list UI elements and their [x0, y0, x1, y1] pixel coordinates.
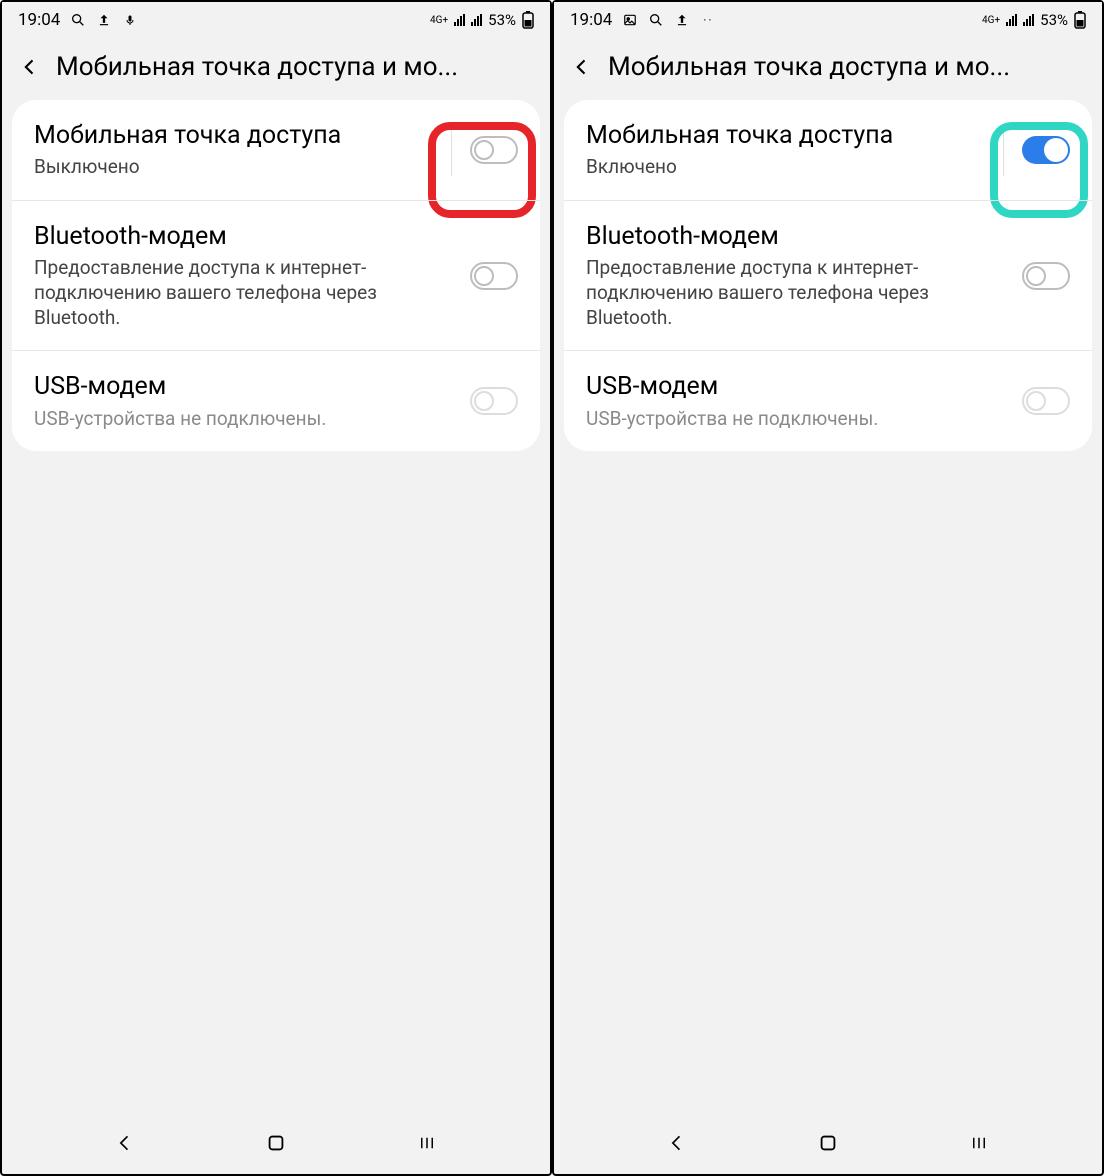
- separator: [1003, 124, 1004, 176]
- phone-right: 19:04 ·· 4G+ 53% Мобильная точка: [552, 0, 1104, 1176]
- back-button[interactable]: [570, 55, 594, 79]
- row-title: Мобильная точка доступа: [34, 120, 439, 151]
- search-icon: [70, 12, 86, 28]
- nav-recents[interactable]: [961, 1125, 997, 1161]
- nav-home[interactable]: [258, 1125, 294, 1161]
- signal-icon: [454, 14, 465, 26]
- page-header: Мобильная точка доступа и мо...: [554, 38, 1102, 100]
- hotspot-toggle[interactable]: [1022, 136, 1070, 164]
- battery-icon: [522, 11, 534, 29]
- clock: 19:04: [18, 10, 60, 30]
- usb-toggle: [1022, 387, 1070, 415]
- battery-icon: [1074, 11, 1086, 29]
- status-bar: 19:04 4G+ 53%: [2, 2, 550, 38]
- row-subtitle: USB-устройства не подключены.: [34, 407, 458, 432]
- settings-card: Мобильная точка доступа Выключено Blueto…: [12, 100, 540, 451]
- row-subtitle: Выключено: [34, 155, 439, 180]
- row-subtitle: Предоставление доступа к интернет-подклю…: [586, 256, 1010, 330]
- battery-pct: 53%: [1040, 11, 1068, 29]
- signal-icon-2: [471, 14, 482, 26]
- nav-back[interactable]: [107, 1125, 143, 1161]
- image-icon: [622, 12, 638, 28]
- upload-icon: [674, 12, 690, 28]
- row-subtitle: USB-устройства не подключены.: [586, 407, 1010, 432]
- nav-home[interactable]: [810, 1125, 846, 1161]
- row-title: USB-модем: [34, 371, 458, 402]
- separator: [451, 124, 452, 176]
- network-badge: 4G+: [982, 15, 1000, 26]
- status-bar: 19:04 ·· 4G+ 53%: [554, 2, 1102, 38]
- nav-bar: [2, 1118, 550, 1174]
- row-title: Bluetooth-модем: [586, 221, 1010, 252]
- hotspot-toggle[interactable]: [470, 136, 518, 164]
- signal-icon-2: [1023, 14, 1034, 26]
- row-title: Bluetooth-модем: [34, 221, 458, 252]
- row-mobile-hotspot[interactable]: Мобильная точка доступа Выключено: [12, 100, 540, 200]
- row-usb-modem: USB-модем USB-устройства не подключены.: [564, 350, 1092, 451]
- row-bluetooth-modem[interactable]: Bluetooth-модем Предоставление доступа к…: [564, 200, 1092, 350]
- bluetooth-toggle[interactable]: [1022, 262, 1070, 290]
- clock: 19:04: [570, 10, 612, 30]
- battery-pct: 53%: [488, 11, 516, 29]
- bluetooth-toggle[interactable]: [470, 262, 518, 290]
- page-title: Мобильная точка доступа и мо...: [608, 52, 1086, 82]
- page-title: Мобильная точка доступа и мо...: [56, 52, 534, 82]
- nav-recents[interactable]: [409, 1125, 445, 1161]
- row-usb-modem: USB-модем USB-устройства не подключены.: [12, 350, 540, 451]
- row-title: USB-модем: [586, 371, 1010, 402]
- signal-icon: [1006, 14, 1017, 26]
- row-subtitle: Включено: [586, 155, 991, 180]
- row-mobile-hotspot[interactable]: Мобильная точка доступа Включено: [564, 100, 1092, 200]
- upload-icon: [96, 12, 112, 28]
- nav-bar: [554, 1118, 1102, 1174]
- search-icon: [648, 12, 664, 28]
- phone-left: 19:04 4G+ 53% Мобильная точка доступа и: [0, 0, 552, 1176]
- row-bluetooth-modem[interactable]: Bluetooth-модем Предоставление доступа к…: [12, 200, 540, 350]
- page-header: Мобильная точка доступа и мо...: [2, 38, 550, 100]
- row-subtitle: Предоставление доступа к интернет-подклю…: [34, 256, 458, 330]
- nav-back[interactable]: [659, 1125, 695, 1161]
- row-title: Мобильная точка доступа: [586, 120, 991, 151]
- more-icon: ··: [700, 12, 716, 28]
- usb-toggle: [470, 387, 518, 415]
- back-button[interactable]: [18, 55, 42, 79]
- network-badge: 4G+: [430, 15, 448, 26]
- settings-card: Мобильная точка доступа Включено Bluetoo…: [564, 100, 1092, 451]
- mic-icon: [122, 12, 138, 28]
